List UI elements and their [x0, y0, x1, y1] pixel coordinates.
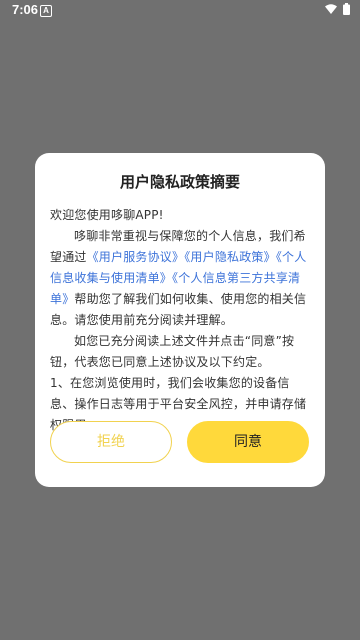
status-icons: [325, 3, 350, 15]
link-user-privacy-policy[interactable]: 《用户隐私政策》: [184, 250, 276, 264]
status-bar: 7:06 A: [0, 0, 360, 20]
status-time: 7:06: [12, 2, 39, 17]
policy-paragraph-1: 哆聊非常重视与保障您的个人信息，我们希望通过《用户服务协议》《用户隐私政策》《个…: [50, 226, 312, 331]
decline-button[interactable]: 拒绝: [50, 421, 172, 463]
policy-paragraph-2: 如您已充分阅读上述文件并点击“同意”按钮，代表您已同意上述协议及以下约定。: [50, 334, 295, 369]
agree-button[interactable]: 同意: [187, 421, 309, 463]
wifi-icon: [325, 4, 337, 14]
link-user-service-agreement[interactable]: 《用户服务协议》: [87, 250, 185, 264]
battery-icon: [343, 3, 350, 15]
policy-content[interactable]: 欢迎您使用哆聊APP! 哆聊非常重视与保障您的个人信息，我们希望通过《用户服务协…: [50, 205, 312, 451]
notification-icon: A: [40, 5, 52, 17]
dialog-title: 用户隐私政策摘要: [119, 173, 240, 191]
greeting-text: 欢迎您使用哆聊APP!: [50, 208, 164, 222]
privacy-dialog: 用户隐私政策摘要 欢迎您使用哆聊APP! 哆聊非常重视与保障您的个人信息，我们希…: [35, 153, 325, 487]
paragraph-1-tail: 帮助您了解我们如何收集、使用您的相关信息。请您使用前充分阅读并理解。: [50, 292, 307, 327]
